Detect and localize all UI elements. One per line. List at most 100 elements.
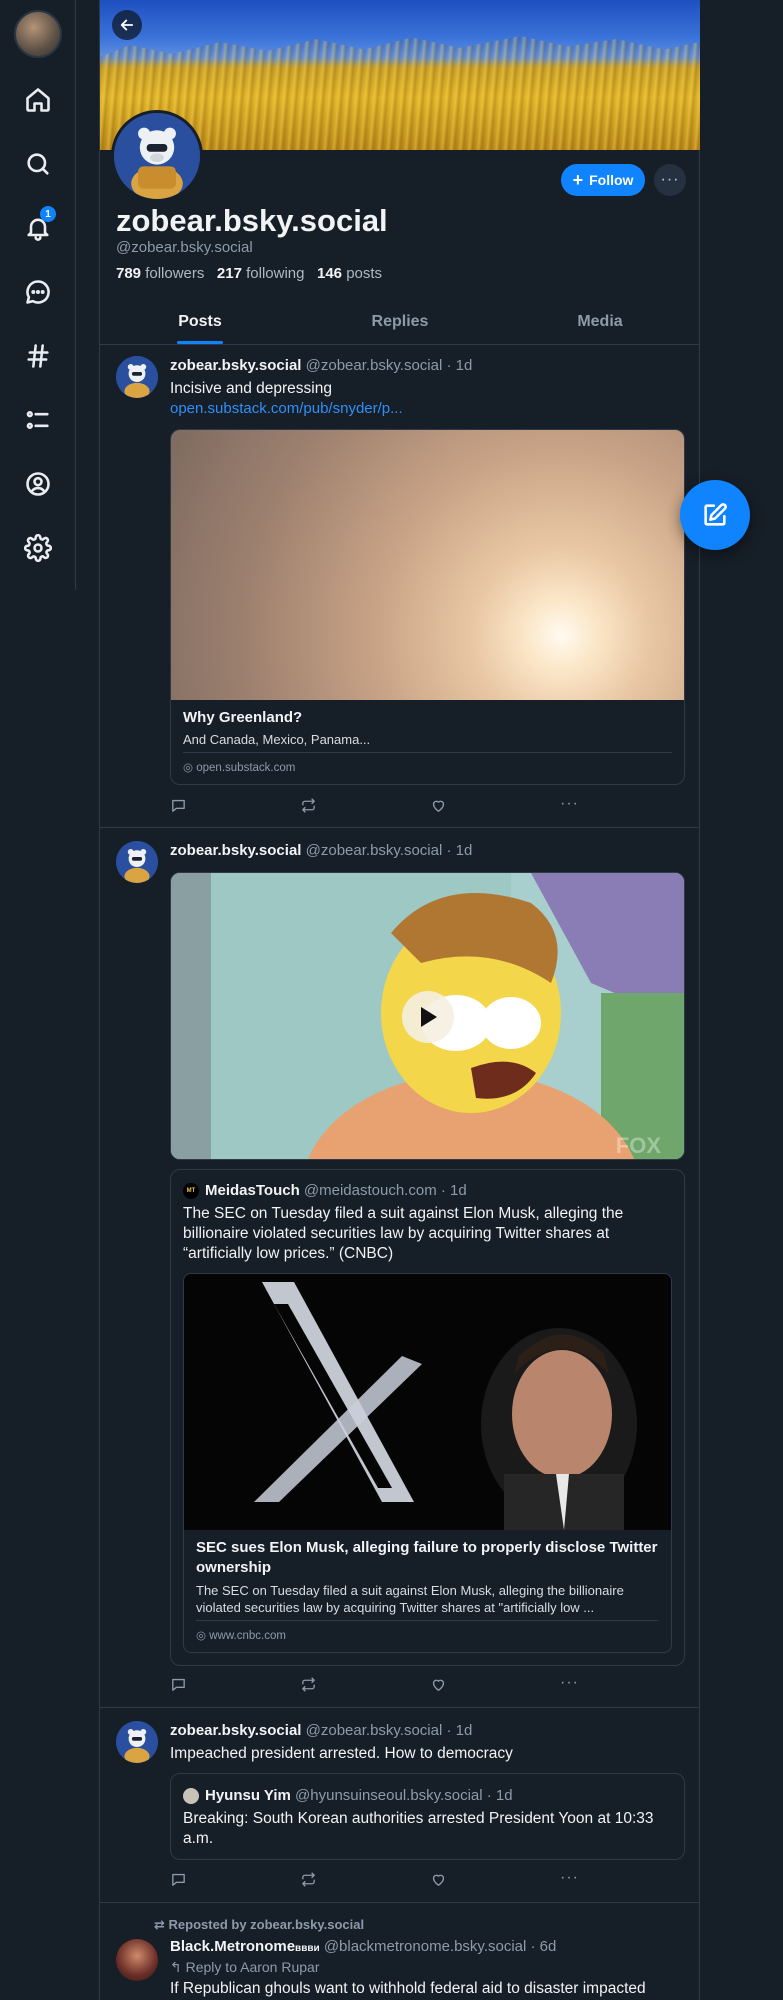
quoted-post-text: Breaking: South Korean authorities arres… [183,1810,654,1847]
post-author-avatar[interactable] [116,1721,158,1763]
settings-gear-icon[interactable] [22,532,54,564]
link-preview-title: Why Greenland? [183,709,303,726]
post-actions: ··· [170,1675,590,1696]
arrow-left-icon [120,19,134,31]
link-preview-card[interactable]: Why Greenland? And Canada, Mexico, Panam… [170,429,685,785]
post-author-handle[interactable]: @zobear.bsky.social [306,842,443,859]
chat-icon[interactable] [22,276,54,308]
followers-label: followers [145,265,205,282]
lists-icon[interactable] [22,404,54,436]
link-preview-domain: open.substack.com [196,762,296,774]
posts-label: posts [346,265,383,282]
quoted-link-preview-domain: www.cnbc.com [209,1630,286,1642]
post-author-avatar[interactable] [116,356,158,398]
post-text: If Republican ghouls want to withhold fe… [170,1980,646,1997]
reply-to-indicator[interactable]: ↰ Reply to Aaron Rupar [170,1959,319,1976]
posts-count-group: 146 posts [317,265,382,282]
post-timestamp[interactable]: · 1d [447,1722,473,1739]
profile-icon[interactable] [22,468,54,500]
play-button[interactable] [402,991,454,1043]
quoted-post-header: Hyunsu Yim @hyunsuinseoul.bsky.social · … [205,1787,513,1804]
post-actions: ··· [170,1870,590,1891]
repost-small-icon: ⇄ [154,1917,165,1932]
following-link[interactable]: 217 following [217,265,305,282]
post-author-avatar[interactable] [116,1939,158,1981]
post-more-options-icon[interactable]: ··· [560,1870,580,1891]
post-timestamp[interactable]: · 1d [447,842,473,859]
post-author-handle[interactable]: @blackmetronome.bsky.social [324,1938,527,1955]
profile-more-options-button[interactable]: ··· [654,164,686,196]
quoted-author-avatar [183,1788,199,1804]
post-author-name[interactable]: Black.Metronome [170,1938,295,1955]
profile-stats: 789 followers 217 following 146 posts [116,265,382,282]
reply-icon[interactable] [170,1676,190,1696]
feed-post[interactable]: zobear.bsky.social @zobear.bsky.social ·… [100,345,700,828]
post-author-handle[interactable]: @zobear.bsky.social [306,357,443,374]
tab-media[interactable]: Media [500,300,700,344]
quoted-link-preview-description: The SEC on Tuesday filed a suit against … [196,1583,624,1615]
link-preview-divider [183,752,672,753]
repost-icon[interactable] [300,797,320,817]
posts-count: 146 [317,265,343,282]
reply-icon[interactable] [170,797,190,817]
post-more-options-icon[interactable]: ··· [560,796,580,817]
repost-icon[interactable] [300,1871,320,1891]
video-embed[interactable]: FOX [170,872,685,1160]
play-icon [421,1007,437,1027]
post-author-name[interactable]: zobear.bsky.social [170,1722,301,1739]
post-author-avatar[interactable] [116,841,158,883]
post-timestamp[interactable]: · 6d [531,1938,557,1955]
post-text: Incisive and depressing [170,380,332,397]
like-heart-icon[interactable] [430,797,450,817]
post-author-name[interactable]: zobear.bsky.social [170,842,301,859]
quoted-post[interactable]: MT MeidasTouch @meidastouch.com · 1d The… [170,1169,685,1666]
repost-icon[interactable] [300,1676,320,1696]
like-heart-icon[interactable] [430,1676,450,1696]
post-author-handle[interactable]: @zobear.bsky.social [306,1722,443,1739]
notifications-badge: 1 [40,206,56,222]
tab-posts[interactable]: Posts [100,300,300,344]
post-header: zobear.bsky.social @zobear.bsky.social ·… [170,1722,472,1739]
profile-avatar[interactable] [111,110,203,202]
profile-tabs: Posts Replies Media [100,300,700,345]
compose-post-button[interactable] [680,480,750,550]
following-count: 217 [216,265,242,282]
repost-indicator[interactable]: ⇄ Reposted by zobear.bsky.social [154,1917,364,1933]
reply-icon[interactable] [170,1871,190,1891]
follow-button[interactable]: + Follow [561,164,645,196]
svg-text:FOX: FOX [616,1133,662,1158]
follow-button-label: Follow [589,172,634,188]
post-actions: ··· [170,796,590,817]
post-text: Impeached president arrested. How to dem… [170,1745,513,1762]
feed-post[interactable]: zobear.bsky.social @zobear.bsky.social ·… [100,828,700,1708]
post-more-options-icon[interactable]: ··· [560,1675,580,1696]
quoted-post-text: The SEC on Tuesday filed a suit against … [183,1205,624,1262]
post-timestamp[interactable]: · 1d [447,357,473,374]
reply-arrow-icon: ↰ [170,1959,182,1975]
following-label: following [246,265,305,282]
profile-handle: @zobear.bsky.social [116,239,253,256]
feed-post[interactable]: ⇄ Reposted by zobear.bsky.social Black.M… [100,1903,700,2000]
quoted-link-preview-card[interactable]: SEC sues Elon Musk, alleging failure to … [183,1273,672,1653]
post-link[interactable]: open.substack.com/pub/snyder/p... [170,400,403,417]
back-button[interactable] [112,10,142,40]
post-header: zobear.bsky.social @zobear.bsky.social ·… [170,842,472,859]
notifications-bell-icon[interactable]: 1 [22,206,56,244]
quoted-author-name: Hyunsu Yim [205,1787,291,1804]
hashtag-feeds-icon[interactable] [22,340,54,372]
quoted-link-preview-domain-row: ◎ www.cnbc.com [196,1628,286,1642]
search-icon[interactable] [22,148,54,180]
bear-avatar-image [114,113,200,199]
home-icon[interactable] [22,84,54,116]
globe-icon: ◎ [183,762,194,774]
user-avatar[interactable] [14,10,62,58]
quoted-post[interactable]: Hyunsu Yim @hyunsuinseoul.bsky.social · … [170,1773,685,1860]
post-author-name[interactable]: zobear.bsky.social [170,357,301,374]
like-heart-icon[interactable] [430,1871,450,1891]
followers-link[interactable]: 789 followers [116,265,204,282]
feed-post[interactable]: zobear.bsky.social @zobear.bsky.social ·… [100,1708,700,1903]
link-preview-image [171,430,684,700]
tab-replies[interactable]: Replies [300,300,500,344]
quoted-link-preview-image [184,1274,671,1530]
link-preview-domain-row: ◎ open.substack.com [183,760,295,774]
